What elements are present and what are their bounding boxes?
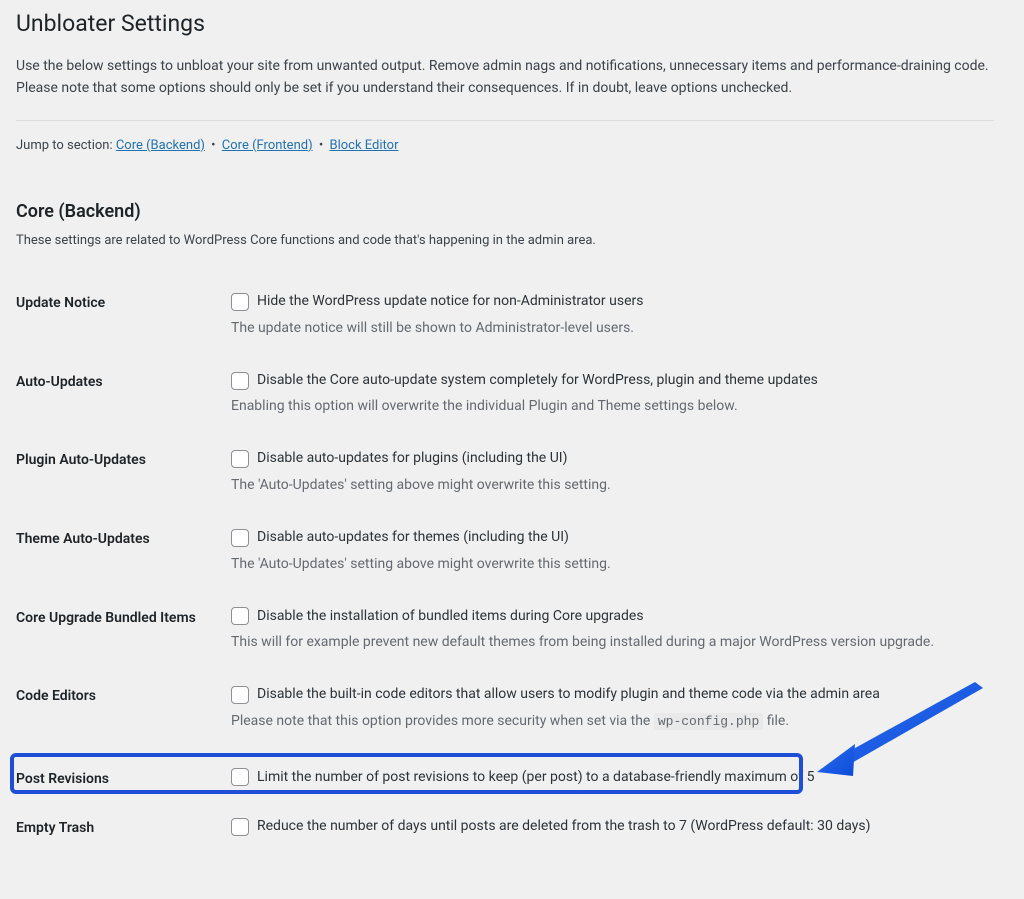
setting-label[interactable]: Disable the built-in code editors that a… xyxy=(257,685,880,705)
section-heading: Core (Backend) xyxy=(16,199,994,224)
section-desc: These settings are related to WordPress … xyxy=(16,232,994,250)
setting-help: Enabling this option will overwrite the … xyxy=(231,396,984,417)
page-title: Unbloater Settings xyxy=(16,8,994,40)
setting-help: Please note that this option provides mo… xyxy=(231,711,984,732)
setting-row-theme-auto-updates: Theme Auto-Updates Disable auto-updates … xyxy=(16,516,994,595)
checkbox-post-revisions[interactable] xyxy=(231,768,249,786)
setting-row-code-editors: Code Editors Disable the built-in code e… xyxy=(16,673,994,752)
jump-link-core-backend[interactable]: Core (Backend) xyxy=(116,138,205,153)
setting-row-update-notice: Update Notice Hide the WordPress update … xyxy=(16,280,994,359)
code-wp-config: wp-config.php xyxy=(654,713,763,730)
setting-help: The 'Auto-Updates' setting above might o… xyxy=(231,475,984,496)
setting-name: Empty Trash xyxy=(16,805,231,859)
setting-label[interactable]: Reduce the number of days until posts ar… xyxy=(257,817,871,837)
setting-label[interactable]: Disable auto-updates for plugins (includ… xyxy=(257,449,567,469)
setting-label[interactable]: Disable auto-updates for themes (includi… xyxy=(257,528,569,548)
setting-name: Update Notice xyxy=(16,280,231,359)
setting-name: Core Upgrade Bundled Items xyxy=(16,595,231,674)
checkbox-core-upgrade-bundled[interactable] xyxy=(231,607,249,625)
page-intro: Use the below settings to unbloat your s… xyxy=(16,56,994,99)
divider xyxy=(16,120,994,121)
setting-row-core-upgrade-bundled: Core Upgrade Bundled Items Disable the i… xyxy=(16,595,994,674)
setting-name: Code Editors xyxy=(16,673,231,752)
checkbox-empty-trash[interactable] xyxy=(231,818,249,836)
setting-label[interactable]: Disable the Core auto-update system comp… xyxy=(257,371,818,391)
setting-name: Post Revisions xyxy=(16,771,109,787)
setting-name: Theme Auto-Updates xyxy=(16,516,231,595)
checkbox-auto-updates[interactable] xyxy=(231,372,249,390)
setting-help: The 'Auto-Updates' setting above might o… xyxy=(231,554,984,575)
setting-label[interactable]: Disable the installation of bundled item… xyxy=(257,607,644,627)
setting-label[interactable]: Limit the number of post revisions to ke… xyxy=(257,768,815,788)
setting-help: The update notice will still be shown to… xyxy=(231,318,984,339)
setting-label[interactable]: Hide the WordPress update notice for non… xyxy=(257,292,643,312)
checkbox-code-editors[interactable] xyxy=(231,686,249,704)
setting-row-post-revisions: Post Revisions Limit the number of post … xyxy=(16,752,994,806)
checkbox-update-notice[interactable] xyxy=(231,293,249,311)
jump-nav: Jump to section: Core (Backend) • Core (… xyxy=(16,137,994,155)
jump-link-core-frontend[interactable]: Core (Frontend) xyxy=(222,138,313,153)
setting-help: This will for example prevent new defaul… xyxy=(231,632,984,653)
setting-row-empty-trash: Empty Trash Reduce the number of days un… xyxy=(16,805,994,859)
setting-row-plugin-auto-updates: Plugin Auto-Updates Disable auto-updates… xyxy=(16,437,994,516)
setting-name: Plugin Auto-Updates xyxy=(16,437,231,516)
setting-row-auto-updates: Auto-Updates Disable the Core auto-updat… xyxy=(16,359,994,438)
jump-label: Jump to section: xyxy=(16,138,113,153)
checkbox-theme-auto-updates[interactable] xyxy=(231,529,249,547)
checkbox-plugin-auto-updates[interactable] xyxy=(231,450,249,468)
settings-table: Update Notice Hide the WordPress update … xyxy=(16,280,994,859)
jump-link-block-editor[interactable]: Block Editor xyxy=(329,138,398,153)
setting-name: Auto-Updates xyxy=(16,359,231,438)
